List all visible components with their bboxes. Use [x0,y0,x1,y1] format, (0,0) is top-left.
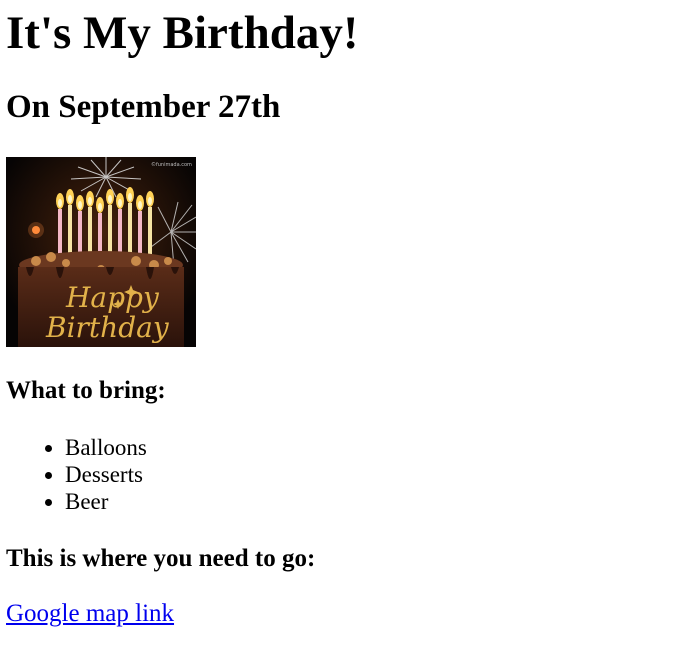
list-item: Beer [65,488,676,515]
list-item: Balloons [65,434,676,461]
happy-lettering: Happy [65,281,160,314]
bring-heading: What to bring: [6,376,166,404]
list-item: Desserts [65,461,676,488]
google-map-link[interactable]: Google map link [6,600,174,629]
page-subtitle: On September 27th [6,89,281,126]
page-title: It's My Birthday! [6,7,359,59]
birthday-cake-image: Happy Birthday ©funimada.com [6,156,196,347]
page: It's My Birthday! On September 27th Happ… [0,6,682,629]
bring-list: Balloons Desserts Beer [6,434,676,515]
birthday-lettering: Birthday [45,311,170,344]
image-watermark: ©funimada.com [151,161,192,168]
where-heading: This is where you need to go: [6,544,316,572]
